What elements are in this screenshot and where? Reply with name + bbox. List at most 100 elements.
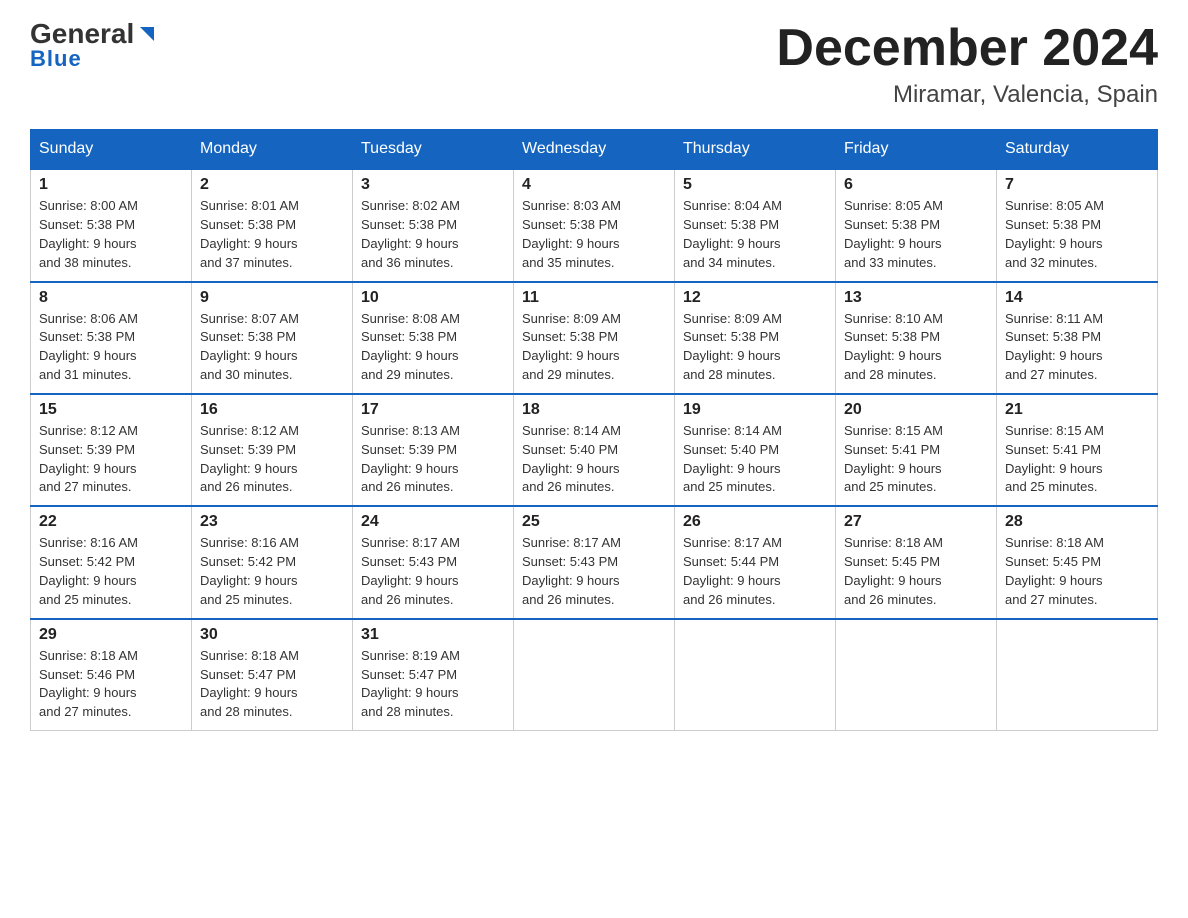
col-monday: Monday — [192, 130, 353, 170]
day-number: 28 — [1005, 513, 1149, 531]
day-number: 4 — [522, 176, 666, 194]
day-info: Sunrise: 8:04 AMSunset: 5:38 PMDaylight:… — [683, 198, 782, 270]
calendar-cell: 23 Sunrise: 8:16 AMSunset: 5:42 PMDaylig… — [192, 506, 353, 618]
day-number: 8 — [39, 289, 183, 307]
calendar-cell: 1 Sunrise: 8:00 AMSunset: 5:38 PMDayligh… — [31, 169, 192, 281]
day-info: Sunrise: 8:08 AMSunset: 5:38 PMDaylight:… — [361, 311, 460, 383]
calendar-header: Sunday Monday Tuesday Wednesday Thursday… — [31, 130, 1158, 170]
day-number: 3 — [361, 176, 505, 194]
day-number: 29 — [39, 626, 183, 644]
calendar-cell: 28 Sunrise: 8:18 AMSunset: 5:45 PMDaylig… — [997, 506, 1158, 618]
calendar-cell: 14 Sunrise: 8:11 AMSunset: 5:38 PMDaylig… — [997, 282, 1158, 394]
day-info: Sunrise: 8:17 AMSunset: 5:44 PMDaylight:… — [683, 535, 782, 607]
day-info: Sunrise: 8:07 AMSunset: 5:38 PMDaylight:… — [200, 311, 299, 383]
title-block: December 2024 Miramar, Valencia, Spain — [776, 20, 1158, 109]
day-number: 30 — [200, 626, 344, 644]
calendar-cell: 12 Sunrise: 8:09 AMSunset: 5:38 PMDaylig… — [675, 282, 836, 394]
calendar-cell: 21 Sunrise: 8:15 AMSunset: 5:41 PMDaylig… — [997, 394, 1158, 506]
day-info: Sunrise: 8:18 AMSunset: 5:46 PMDaylight:… — [39, 648, 138, 720]
day-info: Sunrise: 8:01 AMSunset: 5:38 PMDaylight:… — [200, 198, 299, 270]
calendar-cell: 2 Sunrise: 8:01 AMSunset: 5:38 PMDayligh… — [192, 169, 353, 281]
calendar-cell — [675, 619, 836, 731]
calendar-cell: 9 Sunrise: 8:07 AMSunset: 5:38 PMDayligh… — [192, 282, 353, 394]
calendar-cell: 3 Sunrise: 8:02 AMSunset: 5:38 PMDayligh… — [353, 169, 514, 281]
day-info: Sunrise: 8:19 AMSunset: 5:47 PMDaylight:… — [361, 648, 460, 720]
day-number: 5 — [683, 176, 827, 194]
day-info: Sunrise: 8:15 AMSunset: 5:41 PMDaylight:… — [844, 423, 943, 495]
calendar-cell: 24 Sunrise: 8:17 AMSunset: 5:43 PMDaylig… — [353, 506, 514, 618]
day-number: 20 — [844, 401, 988, 419]
calendar-week-row: 8 Sunrise: 8:06 AMSunset: 5:38 PMDayligh… — [31, 282, 1158, 394]
calendar-body: 1 Sunrise: 8:00 AMSunset: 5:38 PMDayligh… — [31, 169, 1158, 730]
day-number: 27 — [844, 513, 988, 531]
col-sunday: Sunday — [31, 130, 192, 170]
day-number: 10 — [361, 289, 505, 307]
day-info: Sunrise: 8:18 AMSunset: 5:45 PMDaylight:… — [1005, 535, 1104, 607]
day-info: Sunrise: 8:00 AMSunset: 5:38 PMDaylight:… — [39, 198, 138, 270]
calendar-table: Sunday Monday Tuesday Wednesday Thursday… — [30, 129, 1158, 731]
calendar-cell: 5 Sunrise: 8:04 AMSunset: 5:38 PMDayligh… — [675, 169, 836, 281]
calendar-cell: 13 Sunrise: 8:10 AMSunset: 5:38 PMDaylig… — [836, 282, 997, 394]
day-number: 23 — [200, 513, 344, 531]
day-info: Sunrise: 8:05 AMSunset: 5:38 PMDaylight:… — [1005, 198, 1104, 270]
day-number: 15 — [39, 401, 183, 419]
day-number: 14 — [1005, 289, 1149, 307]
day-number: 21 — [1005, 401, 1149, 419]
day-info: Sunrise: 8:14 AMSunset: 5:40 PMDaylight:… — [522, 423, 621, 495]
month-year-title: December 2024 — [776, 20, 1158, 77]
calendar-cell: 16 Sunrise: 8:12 AMSunset: 5:39 PMDaylig… — [192, 394, 353, 506]
day-number: 22 — [39, 513, 183, 531]
calendar-week-row: 22 Sunrise: 8:16 AMSunset: 5:42 PMDaylig… — [31, 506, 1158, 618]
calendar-cell: 18 Sunrise: 8:14 AMSunset: 5:40 PMDaylig… — [514, 394, 675, 506]
col-wednesday: Wednesday — [514, 130, 675, 170]
calendar-cell: 29 Sunrise: 8:18 AMSunset: 5:46 PMDaylig… — [31, 619, 192, 731]
day-info: Sunrise: 8:16 AMSunset: 5:42 PMDaylight:… — [200, 535, 299, 607]
calendar-cell: 7 Sunrise: 8:05 AMSunset: 5:38 PMDayligh… — [997, 169, 1158, 281]
calendar-cell: 6 Sunrise: 8:05 AMSunset: 5:38 PMDayligh… — [836, 169, 997, 281]
day-number: 25 — [522, 513, 666, 531]
location-subtitle: Miramar, Valencia, Spain — [776, 81, 1158, 109]
col-friday: Friday — [836, 130, 997, 170]
col-saturday: Saturday — [997, 130, 1158, 170]
day-info: Sunrise: 8:02 AMSunset: 5:38 PMDaylight:… — [361, 198, 460, 270]
calendar-cell: 27 Sunrise: 8:18 AMSunset: 5:45 PMDaylig… — [836, 506, 997, 618]
day-number: 18 — [522, 401, 666, 419]
day-number: 6 — [844, 176, 988, 194]
col-thursday: Thursday — [675, 130, 836, 170]
page-header: General Blue December 2024 Miramar, Vale… — [30, 20, 1158, 109]
day-info: Sunrise: 8:16 AMSunset: 5:42 PMDaylight:… — [39, 535, 138, 607]
day-number: 16 — [200, 401, 344, 419]
day-number: 11 — [522, 289, 666, 307]
day-number: 26 — [683, 513, 827, 531]
logo-triangle-icon — [136, 23, 158, 45]
calendar-cell: 4 Sunrise: 8:03 AMSunset: 5:38 PMDayligh… — [514, 169, 675, 281]
calendar-cell: 30 Sunrise: 8:18 AMSunset: 5:47 PMDaylig… — [192, 619, 353, 731]
calendar-cell: 26 Sunrise: 8:17 AMSunset: 5:44 PMDaylig… — [675, 506, 836, 618]
day-info: Sunrise: 8:10 AMSunset: 5:38 PMDaylight:… — [844, 311, 943, 383]
day-info: Sunrise: 8:18 AMSunset: 5:47 PMDaylight:… — [200, 648, 299, 720]
day-number: 17 — [361, 401, 505, 419]
day-info: Sunrise: 8:03 AMSunset: 5:38 PMDaylight:… — [522, 198, 621, 270]
col-tuesday: Tuesday — [353, 130, 514, 170]
calendar-week-row: 1 Sunrise: 8:00 AMSunset: 5:38 PMDayligh… — [31, 169, 1158, 281]
day-info: Sunrise: 8:12 AMSunset: 5:39 PMDaylight:… — [39, 423, 138, 495]
day-number: 7 — [1005, 176, 1149, 194]
calendar-cell — [997, 619, 1158, 731]
day-info: Sunrise: 8:18 AMSunset: 5:45 PMDaylight:… — [844, 535, 943, 607]
day-info: Sunrise: 8:17 AMSunset: 5:43 PMDaylight:… — [522, 535, 621, 607]
calendar-cell — [836, 619, 997, 731]
day-info: Sunrise: 8:06 AMSunset: 5:38 PMDaylight:… — [39, 311, 138, 383]
day-info: Sunrise: 8:14 AMSunset: 5:40 PMDaylight:… — [683, 423, 782, 495]
calendar-week-row: 29 Sunrise: 8:18 AMSunset: 5:46 PMDaylig… — [31, 619, 1158, 731]
day-info: Sunrise: 8:15 AMSunset: 5:41 PMDaylight:… — [1005, 423, 1104, 495]
day-info: Sunrise: 8:05 AMSunset: 5:38 PMDaylight:… — [844, 198, 943, 270]
day-info: Sunrise: 8:09 AMSunset: 5:38 PMDaylight:… — [683, 311, 782, 383]
day-number: 13 — [844, 289, 988, 307]
logo: General Blue — [30, 20, 158, 72]
day-info: Sunrise: 8:17 AMSunset: 5:43 PMDaylight:… — [361, 535, 460, 607]
day-number: 1 — [39, 176, 183, 194]
header-row: Sunday Monday Tuesday Wednesday Thursday… — [31, 130, 1158, 170]
calendar-cell: 8 Sunrise: 8:06 AMSunset: 5:38 PMDayligh… — [31, 282, 192, 394]
day-number: 31 — [361, 626, 505, 644]
day-number: 9 — [200, 289, 344, 307]
